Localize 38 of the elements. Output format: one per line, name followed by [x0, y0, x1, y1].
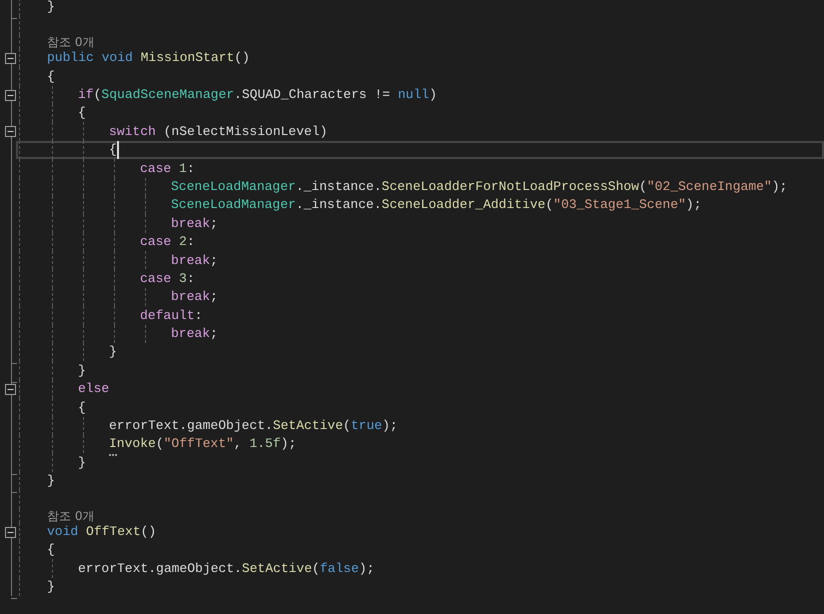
collapse-icon[interactable]	[5, 384, 16, 395]
code-line: {	[78, 105, 86, 120]
code-line: Invoke("OffText", 1.5f);	[109, 436, 296, 452]
collapse-icon[interactable]	[5, 90, 16, 101]
references-codelens[interactable]: 참조 0개	[47, 34, 94, 49]
code-line: }	[78, 454, 86, 470]
collapse-icon[interactable]	[5, 526, 16, 538]
code-line: {	[47, 542, 55, 558]
code-line: switch (nSelectMissionLevel)	[109, 124, 328, 139]
code-line: public void MissionStart()	[47, 50, 250, 66]
collapse-icon[interactable]	[5, 126, 16, 138]
code-line: break;	[171, 252, 218, 268]
code-line: break;	[171, 289, 218, 304]
collapse-icon[interactable]	[5, 52, 16, 64]
code-line: }	[47, 0, 55, 14]
code-line: }	[47, 473, 55, 488]
code-line: }	[78, 362, 86, 378]
code-line: default:	[140, 308, 202, 323]
code-line: break;	[171, 216, 218, 231]
references-codelens[interactable]: 참조 0개	[47, 508, 94, 523]
code-line: else	[78, 381, 110, 396]
code-line: SceneLoadManager._instance.SceneLoadderForNotLoadProcessShow("02_SceneIngame");	[171, 178, 788, 194]
code-line: errorText.gameObject.SetActive(true);	[109, 418, 398, 434]
code-line: break;	[171, 326, 218, 342]
code-line: }	[109, 344, 117, 360]
code-line: errorText.gameObject.SetActive(false);	[78, 560, 374, 576]
code-line: if(SquadSceneManager.SQUAD_Characters != null)	[78, 87, 437, 102]
code-line: SceneLoadManager._instance.SceneLoadder_Additive("03_Stage1_Scene");	[171, 197, 702, 212]
code-line: void OffText()	[47, 524, 156, 539]
code-line: {	[47, 68, 55, 84]
text-caret	[116, 141, 119, 159]
code-line: case 1:	[140, 160, 195, 176]
code-line: {	[78, 400, 86, 415]
code-line: }	[47, 579, 55, 594]
code-line: case 2:	[140, 234, 195, 250]
code-line: case 3:	[140, 270, 195, 286]
code-line: {	[109, 142, 117, 158]
suggestion-dots-icon[interactable]	[109, 454, 117, 456]
